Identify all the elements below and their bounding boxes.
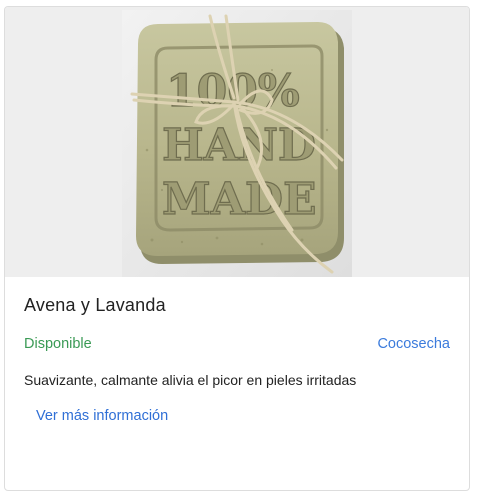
svg-text:MADE: MADE — [162, 174, 317, 225]
soap-product-image[interactable]: 100% HAND MADE — [122, 10, 352, 277]
vendor-link[interactable]: Cocosecha — [377, 336, 450, 352]
product-image-area: 100% HAND MADE — [5, 7, 469, 277]
product-description: Suavizante, calmante alivia el picor en … — [24, 372, 357, 388]
product-card: 100% HAND MADE Avena y Lavanda Disponibl… — [4, 6, 470, 491]
availability-status: Disponible — [24, 336, 92, 352]
product-title: Avena y Lavanda — [24, 295, 166, 315]
product-card-body: Avena y Lavanda Disponible Cocosecha Sua… — [5, 277, 469, 490]
more-info-button[interactable]: Ver más información — [24, 401, 180, 431]
